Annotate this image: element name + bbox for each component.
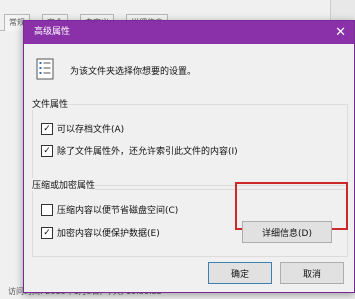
details-button[interactable]: 详细信息(D): [242, 221, 332, 243]
compress-label: 压缩内容以便节省磁盘空间(C): [57, 206, 179, 216]
checklist-icon: [36, 58, 54, 80]
dialog-title-bar[interactable]: 高级属性 ✕: [24, 21, 354, 44]
encrypt-label: 加密内容以便保护数据(E): [57, 229, 160, 239]
ok-button[interactable]: 确定: [208, 262, 272, 284]
index-checkbox[interactable]: ✓: [41, 144, 53, 157]
archive-checkbox[interactable]: ✓: [41, 122, 53, 135]
archive-label: 可以存档文件(A): [57, 125, 125, 135]
index-label: 除了文件属性外，还允许索引此文件的内容(I): [57, 147, 238, 157]
archive-checkbox-row[interactable]: ✓ 可以存档文件(A): [41, 122, 124, 135]
close-icon[interactable]: ✕: [335, 21, 346, 44]
file-attributes-title: 文件属性: [32, 97, 69, 110]
advanced-attributes-dialog: 高级属性 ✕ 为该文件夹选择你想要的设置。 文件属性 ✓ 可以存档文件(A) ✓…: [23, 20, 355, 293]
compress-checkbox-row[interactable]: 压缩内容以便节省磁盘空间(C): [41, 203, 178, 216]
encrypt-checkbox[interactable]: ✓: [41, 226, 53, 239]
intro-text: 为该文件夹选择你想要的设置。: [70, 67, 197, 77]
compress-encrypt-title: 压缩或加密属性: [32, 178, 96, 191]
index-checkbox-row[interactable]: ✓ 除了文件属性外，还允许索引此文件的内容(I): [41, 144, 238, 157]
cancel-button[interactable]: 取消: [280, 262, 344, 284]
encrypt-checkbox-row[interactable]: ✓ 加密内容以便保护数据(E): [41, 226, 160, 239]
parent-close-button[interactable]: [330, 0, 355, 20]
compress-checkbox[interactable]: [41, 203, 53, 216]
dialog-title: 高级属性: [34, 27, 71, 37]
